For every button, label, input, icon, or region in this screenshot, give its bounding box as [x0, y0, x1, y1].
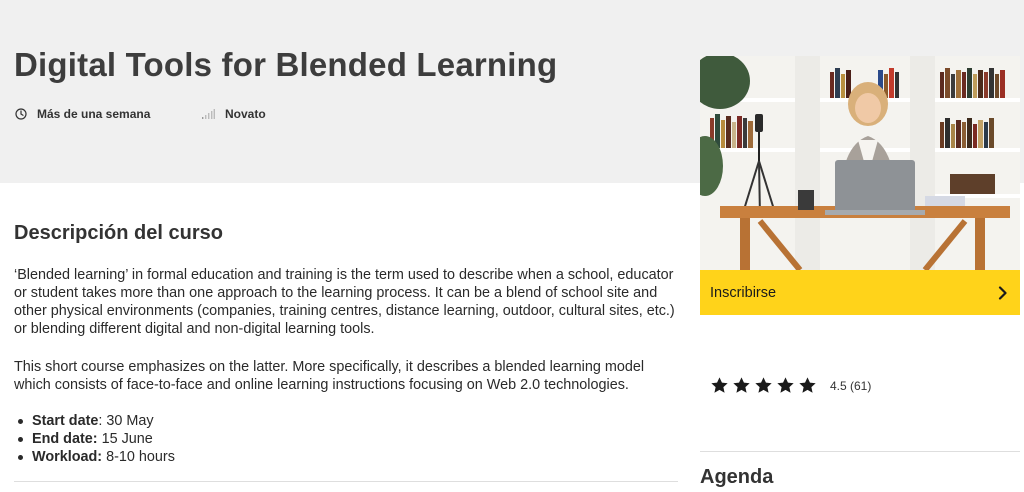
course-duration: Más de una semana [15, 107, 150, 121]
course-rating: 4.5 (61) [710, 376, 871, 395]
rating-stars [710, 376, 820, 395]
star-icon [755, 377, 772, 393]
detail-label: End date: [32, 431, 98, 447]
course-duration-label: Más de una semana [37, 107, 151, 121]
detail-end-date: End date: 15 June [14, 430, 175, 448]
detail-start-date: Start date: 30 May [14, 412, 175, 430]
detail-value: 15 June [101, 431, 153, 447]
rating-score: 4.5 (61) [830, 378, 872, 393]
agenda-heading: Agenda [700, 466, 774, 488]
chevron-right-icon [998, 285, 1007, 300]
course-image [700, 56, 1020, 270]
description-heading: Descripción del curso [14, 222, 223, 244]
detail-value: 30 May [106, 413, 154, 429]
detail-label: Start date [32, 413, 99, 429]
description-paragraph: This short course emphasizes on the latt… [14, 359, 645, 393]
course-details-list: Start date: 30 May End date: 15 June Wor… [14, 412, 175, 466]
star-icon [711, 377, 728, 393]
detail-label: Workload: [32, 449, 103, 465]
detail-value: 8-10 hours [106, 449, 175, 465]
course-level-label: Novato [225, 107, 266, 121]
enroll-button[interactable]: Inscribirse [700, 270, 1020, 315]
enroll-button-label: Inscribirse [710, 284, 777, 301]
clock-icon [15, 108, 27, 120]
course-level: Novato [202, 107, 266, 121]
star-icon [799, 377, 816, 393]
star-icon [733, 377, 750, 393]
course-title: Digital Tools for Blended Learning [14, 46, 558, 83]
signal-bars-icon [202, 109, 215, 119]
detail-workload: Workload: 8-10 hours [14, 448, 175, 466]
star-icon [777, 377, 794, 393]
description-paragraph: ‘Blended learning’ in formal education a… [14, 267, 675, 337]
sidebar-divider [700, 451, 1020, 452]
section-divider [14, 481, 678, 482]
